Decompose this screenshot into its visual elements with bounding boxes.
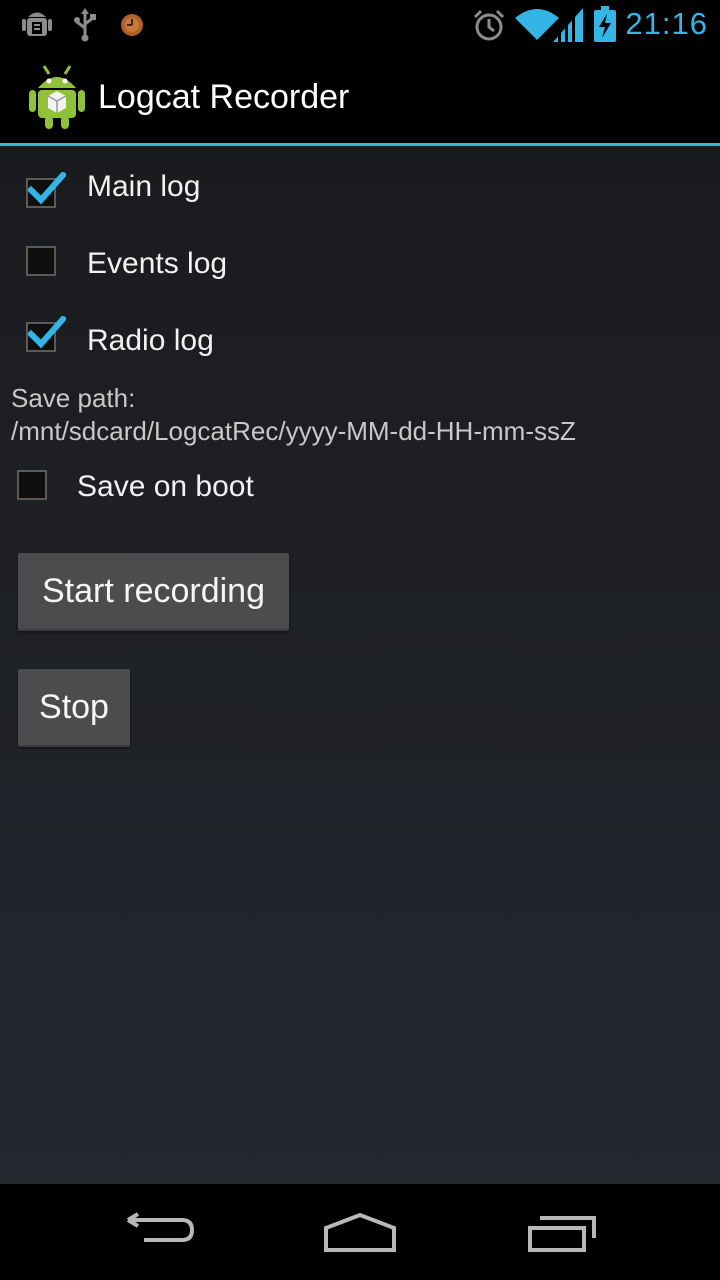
- timer-icon: [120, 13, 144, 42]
- signal-icon: [553, 8, 583, 47]
- home-icon[interactable]: [322, 1212, 398, 1259]
- action-bar: Logcat Recorder: [0, 50, 720, 146]
- android-app-icon[interactable]: [28, 64, 86, 135]
- save-on-boot-checkbox-row[interactable]: Save on boot: [0, 458, 700, 518]
- start-recording-button[interactable]: Start recording: [18, 553, 289, 631]
- recent-apps-icon[interactable]: [526, 1214, 598, 1259]
- save-path-label: Save path:: [11, 383, 136, 413]
- radio-log-label: Radio log: [87, 324, 214, 357]
- save-on-boot-label: Save on boot: [77, 470, 254, 503]
- stop-button[interactable]: Stop: [18, 669, 130, 747]
- main-content: Main log Events log Radio log Save path:…: [0, 146, 720, 1184]
- status-bar: 21:16: [0, 0, 720, 50]
- events-log-checkbox-row[interactable]: Events log: [0, 233, 700, 293]
- alarm-icon: [472, 9, 506, 48]
- back-icon[interactable]: [124, 1212, 196, 1257]
- checkmark-icon: [26, 314, 68, 355]
- app-title: Logcat Recorder: [98, 78, 350, 116]
- save-on-boot-checkbox[interactable]: [17, 470, 47, 500]
- main-log-checkbox-row[interactable]: Main log: [0, 156, 700, 216]
- navigation-bar: [0, 1184, 720, 1280]
- checkmark-icon: [26, 170, 68, 211]
- events-log-label: Events log: [87, 247, 228, 280]
- debug-android-icon: [20, 8, 54, 47]
- save-path-value: /mnt/sdcard/LogcatRec/yyyy-MM-dd-HH-mm-s…: [11, 416, 576, 446]
- clock-time: 21:16: [625, 6, 708, 41]
- radio-log-checkbox-row[interactable]: Radio log: [0, 310, 700, 370]
- battery-charging-icon: [594, 6, 616, 47]
- main-log-label: Main log: [87, 170, 201, 203]
- usb-icon: [72, 8, 98, 47]
- events-log-checkbox[interactable]: [26, 246, 56, 276]
- save-path-text: Save path: /mnt/sdcard/LogcatRec/yyyy-MM…: [11, 382, 576, 448]
